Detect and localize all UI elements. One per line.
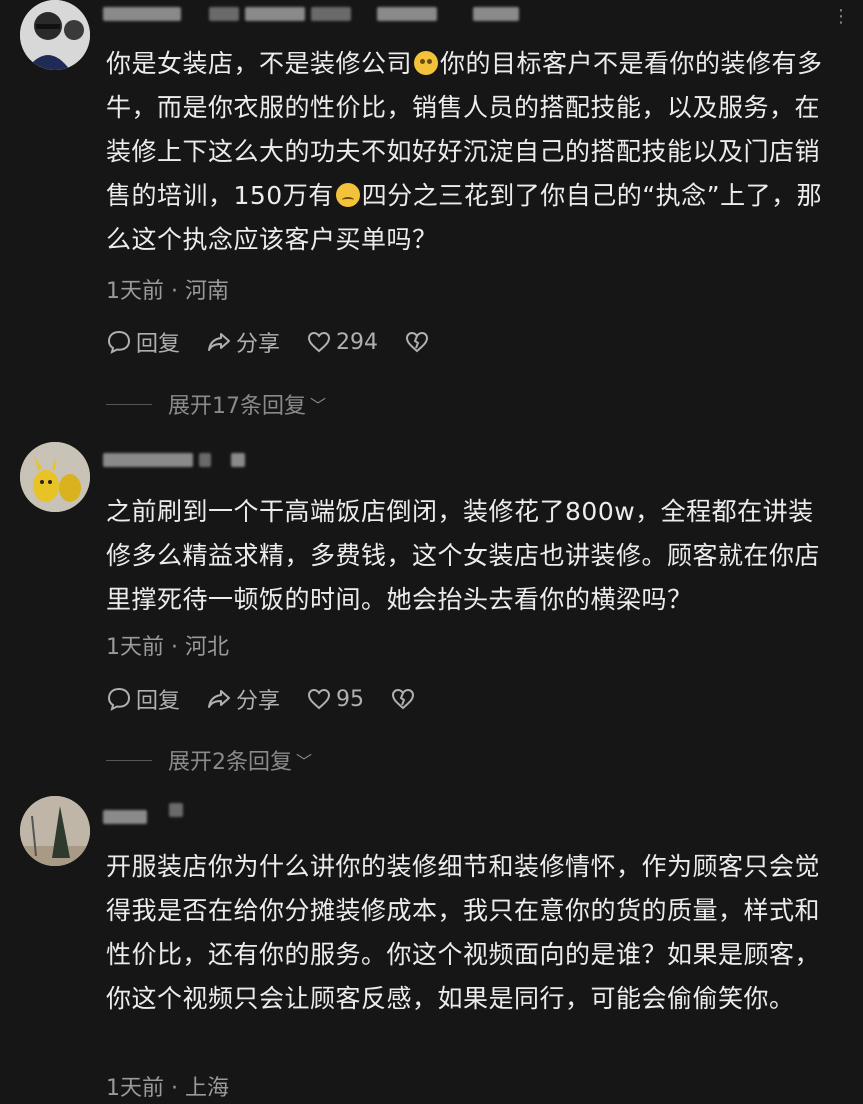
- share-button[interactable]: 分享: [206, 683, 280, 715]
- comment-text: 之前刷到一个干高端饭店倒闭，装修花了800w，全程都在讲装修多么精益求精，多费钱…: [106, 497, 821, 614]
- comment-actions: 回复 分享 294: [106, 326, 456, 358]
- share-arrow-icon: [208, 333, 231, 351]
- comment-text: 你是女装店，不是装修公司 你的目标客户不是看你的装修有多牛，而是你衣服的性价比，销…: [106, 49, 823, 254]
- comment-bubble-icon: [107, 687, 131, 711]
- expand-replies[interactable]: 展开17条回复 ﹀: [106, 388, 326, 420]
- reply-button[interactable]: 回复: [106, 683, 180, 715]
- comment-meta: 1天前 · 上海: [106, 1076, 229, 1101]
- comment-bubble-icon: [107, 330, 131, 354]
- chevron-down-icon: ﹀: [310, 396, 327, 415]
- broken-heart-icon: [406, 331, 429, 353]
- chevron-down-icon: ﹀: [296, 752, 313, 771]
- share-button[interactable]: 分享: [206, 326, 280, 358]
- dislike-button[interactable]: [390, 686, 416, 712]
- like-button[interactable]: 294: [306, 329, 378, 355]
- share-arrow-icon: [208, 690, 231, 708]
- avatar[interactable]: [20, 796, 90, 866]
- username[interactable]: [103, 800, 183, 824]
- crying-emoji: [414, 51, 439, 75]
- username[interactable]: [103, 4, 519, 24]
- heart-icon: [308, 331, 331, 353]
- avatar[interactable]: [20, 0, 90, 70]
- comment-text: 开服装店你为什么讲你的装修细节和装修情怀，作为顾客只会觉得我是否在给你分摊装修成…: [106, 852, 821, 1013]
- sad-emoji: [335, 183, 360, 207]
- like-button[interactable]: 95: [306, 686, 364, 712]
- comment-meta: 1天前 · 河北: [106, 635, 229, 660]
- avatar[interactable]: [20, 442, 90, 512]
- more-dots-icon[interactable]: ⋮: [832, 6, 851, 27]
- dislike-button[interactable]: [404, 329, 430, 355]
- broken-heart-icon: [392, 688, 415, 710]
- comment-meta: 1天前 · 河南: [106, 279, 229, 304]
- divider: [106, 403, 152, 405]
- heart-icon: [308, 688, 331, 710]
- expand-replies[interactable]: 展开2条回复 ﹀: [106, 744, 312, 776]
- username[interactable]: [103, 450, 245, 470]
- comment-actions: 回复 分享 95: [106, 683, 442, 715]
- reply-button[interactable]: 回复: [106, 326, 180, 358]
- divider: [106, 759, 152, 761]
